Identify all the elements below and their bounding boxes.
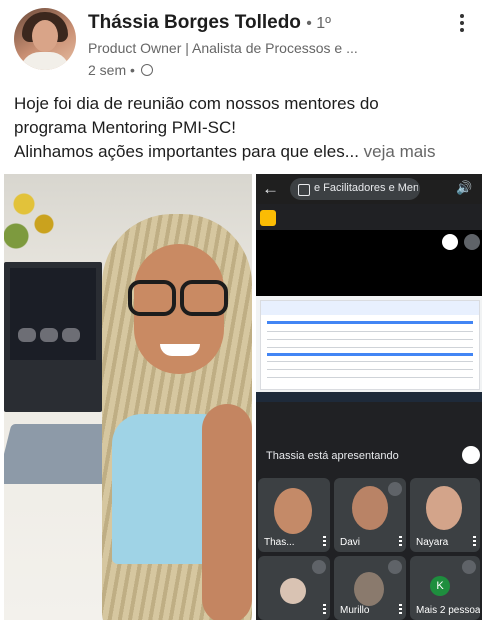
participant-name: Davi [340,537,361,548]
mic-off-icon [388,560,402,574]
laptop [4,262,102,412]
hand-icon[interactable] [442,234,458,250]
participant-photo [426,486,462,530]
sheet-row [267,339,473,340]
participant-tile[interactable] [258,556,330,620]
back-arrow-icon[interactable]: ← [262,179,279,199]
post-line-3: Alinhamos ações importantes para que ele… [14,142,436,161]
meeting-title-pill[interactable]: e Facilitadores e Men [290,178,420,200]
post-photo-meet[interactable]: ← e Facilitadores e Men 🔊 Thassia está a… [256,174,482,620]
smile [160,344,200,356]
fullscreen-icon[interactable] [462,446,480,464]
sheet-row [267,369,473,370]
participant-name: Thas... [264,537,295,548]
post-line-1: Hoje foi dia de reunião com nossos mento… [14,94,379,113]
participant-photo [354,572,384,606]
sheet-band [267,321,473,324]
presenting-label: Thassia está apresentando [266,450,399,462]
shared-spreadsheet [256,296,482,392]
woman-selfie [102,204,252,620]
participant-photo [280,578,306,604]
post-photo-selfie[interactable] [4,174,252,620]
mic-off-icon [388,482,402,496]
more-icon[interactable] [323,604,326,614]
more-icon[interactable] [399,536,402,546]
participant-photo [274,488,312,534]
more-options-icon[interactable] [454,12,470,38]
participant-tile[interactable]: Thas... [258,478,330,552]
see-more-link[interactable]: veja mais [364,142,436,161]
author-name[interactable]: Thássia Borges Tolledo [88,12,301,33]
sheet-band [267,353,473,356]
sheet-row [267,361,473,362]
connection-degree: • 1º [306,15,331,32]
speaker-icon[interactable]: 🔊 [456,180,472,196]
mic-off-icon [312,560,326,574]
sheet-row [267,347,473,348]
globe-icon [140,64,153,76]
more-people-label: Mais 2 pessoas [416,605,480,616]
arm [202,404,252,620]
author-headline: Product Owner | Analista de Processos e … [88,40,358,56]
avatar-shirt [20,52,70,70]
post-time: 2 sem • [88,62,135,78]
windows-taskbar [256,392,482,402]
participant-tile[interactable]: Davi [334,478,406,552]
avatar-face [32,20,58,52]
more-icon[interactable] [399,604,402,614]
linkedin-post: Thássia Borges Tolledo • 1º Product Owne… [0,0,486,621]
author-name-line[interactable]: Thássia Borges Tolledo • 1º [88,12,331,34]
mic-off-icon[interactable] [464,234,480,250]
participant-name: Murillo [340,605,370,616]
mic-off-icon [462,560,476,574]
flower-plant [4,174,64,264]
author-avatar[interactable] [14,8,76,70]
post-meta: 2 sem • [88,62,153,78]
more-icon[interactable] [473,536,476,546]
meet-top-bar: ← e Facilitadores e Men 🔊 [256,174,482,204]
participant-initial-avatar: K [430,576,450,596]
spreadsheet-toolbar [261,301,479,315]
glasses [128,280,230,316]
sheet-row [267,377,473,378]
participant-name: Nayara [416,537,449,548]
laptop-screen [10,268,96,360]
sheet-row [267,331,473,332]
post-body: Hoje foi dia de reunião com nossos mento… [14,92,474,164]
participant-tile[interactable]: Nayara [410,478,480,552]
post-line-2: programa Mentoring PMI-SC! [14,118,237,137]
meeting-title: e Facilitadores e Men [314,182,418,194]
participant-tile[interactable]: Murillo [334,556,406,620]
calendar-icon [298,184,310,196]
more-people-tile[interactable]: K Mais 2 pessoas [410,556,480,620]
spreadsheet [260,300,480,390]
participant-photo [352,486,388,530]
more-icon[interactable] [323,536,326,546]
present-screen-icon[interactable] [260,210,276,226]
